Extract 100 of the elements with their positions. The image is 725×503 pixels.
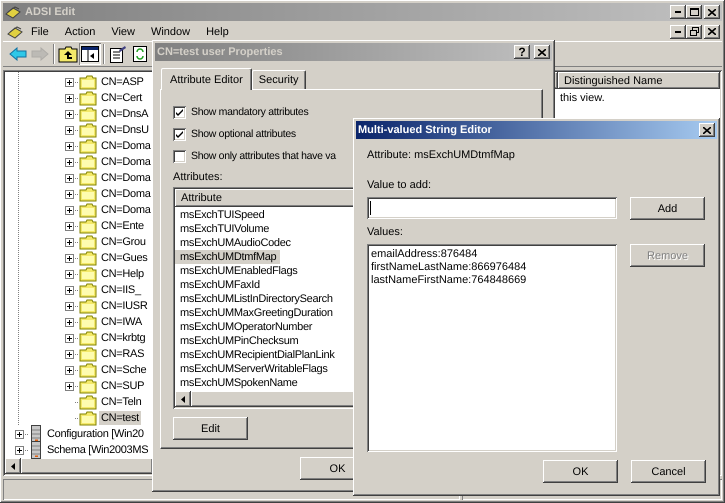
- tree-item[interactable]: CN=Cert: [99, 91, 144, 105]
- attribute-row[interactable]: msExchUMPinChecksum: [175, 334, 302, 348]
- minimize-button[interactable]: [670, 5, 686, 19]
- menu-item[interactable]: Action: [56, 26, 104, 38]
- expand-icon[interactable]: [65, 334, 74, 342]
- expand-icon[interactable]: [65, 190, 74, 198]
- ok-button[interactable]: OK: [543, 460, 618, 483]
- expand-icon[interactable]: [65, 350, 74, 358]
- tree-item[interactable]: CN=test: [99, 411, 141, 425]
- expand-icon[interactable]: [65, 110, 74, 118]
- attribute-row[interactable]: msExchUMServerWritableFlags: [175, 362, 332, 376]
- tree-item[interactable]: CN=ASP: [99, 75, 146, 89]
- tab[interactable]: Security: [252, 70, 306, 89]
- expand-icon[interactable]: [65, 238, 74, 246]
- tree-item[interactable]: CN=IWA: [99, 315, 144, 329]
- expand-icon[interactable]: [65, 382, 74, 390]
- attribute-row[interactable]: msExchUMMaxGreetingDuration: [175, 306, 337, 320]
- maximize-button[interactable]: [686, 5, 702, 19]
- cancel-button[interactable]: Cancel: [631, 460, 706, 483]
- expand-icon[interactable]: [65, 126, 74, 134]
- list-item[interactable]: emailAddress:876484: [371, 248, 478, 261]
- tree-item[interactable]: Schema [Win2003MS: [45, 443, 150, 457]
- properties-icon[interactable]: [107, 43, 129, 65]
- tree-item[interactable]: CN=DnsU: [99, 123, 151, 137]
- expand-icon[interactable]: [65, 78, 74, 86]
- tree-item[interactable]: CN=Help: [99, 267, 146, 281]
- close-button[interactable]: [704, 5, 720, 19]
- checkbox[interactable]: [173, 106, 186, 118]
- tree-pane-icon[interactable]: [79, 43, 101, 65]
- tree-item[interactable]: CN=Grou: [99, 235, 148, 249]
- close-button[interactable]: [534, 45, 550, 59]
- list-item[interactable]: firstNameLastName:866976484: [371, 261, 526, 274]
- tree-item[interactable]: CN=krbtg: [99, 331, 148, 345]
- restore-button[interactable]: [686, 24, 702, 38]
- close-icon: [708, 8, 716, 16]
- attribute-row[interactable]: msExchUMDtmfMap: [175, 250, 280, 264]
- tree-item[interactable]: CN=Gues: [99, 251, 150, 265]
- attribute-row[interactable]: msExchUMEnabledFlags: [175, 264, 302, 278]
- attribute-row[interactable]: msExchUMListInDirectorySearch: [175, 292, 337, 306]
- scroll-left-button[interactable]: [5, 458, 21, 474]
- checkbox[interactable]: [173, 128, 186, 140]
- attribute-row[interactable]: msExchUMRecipientDialPlanLink: [175, 348, 339, 362]
- expand-icon[interactable]: [65, 158, 74, 166]
- menu-item[interactable]: File: [23, 26, 57, 38]
- tree-item[interactable]: CN=Ente: [99, 219, 146, 233]
- tree-item[interactable]: CN=Doma: [99, 139, 153, 153]
- attribute-name: Attribute: msExchUMDtmfMap: [367, 149, 515, 163]
- attribute-row[interactable]: msExchUMFaxId: [175, 278, 264, 292]
- tree-item[interactable]: CN=Doma: [99, 203, 153, 217]
- expand-icon[interactable]: [65, 94, 74, 102]
- list-item[interactable]: lastNameFirstName:764848669: [371, 274, 526, 287]
- expand-icon[interactable]: [65, 302, 74, 310]
- folder-icon: [79, 138, 97, 154]
- tree-item[interactable]: CN=Sche: [99, 363, 148, 377]
- tree-item[interactable]: CN=Teln: [99, 395, 144, 409]
- menu-item[interactable]: View: [103, 26, 143, 38]
- field-label: Attributes:: [173, 171, 223, 185]
- folder-icon: [79, 106, 97, 122]
- tab[interactable]: Attribute Editor: [161, 68, 252, 90]
- help-button[interactable]: ?: [514, 45, 530, 59]
- attribute-row[interactable]: msExchUMAudioCodec: [175, 236, 295, 250]
- tree-item[interactable]: CN=Doma: [99, 155, 153, 169]
- close-button[interactable]: [699, 123, 715, 137]
- input-field[interactable]: [367, 197, 617, 219]
- column-header[interactable]: Distinguished Name: [558, 72, 720, 89]
- attribute-row[interactable]: msExchTUISpeed: [175, 208, 268, 222]
- tree-item[interactable]: CN=RAS: [99, 347, 146, 361]
- expand-icon[interactable]: [65, 286, 74, 294]
- check-icon: [176, 130, 183, 138]
- menu-item[interactable]: Help: [198, 26, 237, 38]
- expand-icon[interactable]: [65, 142, 74, 150]
- tree-item[interactable]: Configuration [Win20: [45, 427, 146, 441]
- tree-item[interactable]: CN=SUP: [99, 379, 146, 393]
- tree-item[interactable]: CN=IIS_: [99, 283, 143, 297]
- tree-item[interactable]: CN=Doma: [99, 171, 153, 185]
- expand-icon[interactable]: [65, 254, 74, 262]
- expand-icon[interactable]: [65, 174, 74, 182]
- checkbox[interactable]: [173, 150, 186, 162]
- scrollbar-thumb[interactable]: [21, 458, 153, 474]
- expand-icon[interactable]: [65, 206, 74, 214]
- folder-icon: [79, 394, 97, 410]
- tree-item[interactable]: CN=IUSR: [99, 299, 150, 313]
- expand-icon[interactable]: [65, 270, 74, 278]
- expand-icon[interactable]: [15, 446, 24, 454]
- folder-icon: [79, 186, 97, 202]
- scroll-left-button[interactable]: [175, 391, 191, 407]
- expand-icon[interactable]: [65, 222, 74, 230]
- edit-button[interactable]: Edit: [173, 417, 248, 440]
- expand-icon[interactable]: [65, 318, 74, 326]
- expand-icon[interactable]: [15, 430, 24, 438]
- minimize-button[interactable]: [670, 24, 686, 38]
- menu-item[interactable]: Window: [142, 26, 198, 38]
- tree-item[interactable]: CN=DnsA: [99, 107, 150, 121]
- add-button[interactable]: Add: [630, 197, 705, 220]
- attribute-row[interactable]: msExchTUIVolume: [175, 222, 274, 236]
- attribute-row[interactable]: msExchUMSpokenName: [175, 376, 302, 390]
- attribute-row[interactable]: msExchUMOperatorNumber: [175, 320, 316, 334]
- expand-icon[interactable]: [65, 366, 74, 374]
- close-button[interactable]: [704, 24, 720, 38]
- tree-item[interactable]: CN=Doma: [99, 187, 153, 201]
